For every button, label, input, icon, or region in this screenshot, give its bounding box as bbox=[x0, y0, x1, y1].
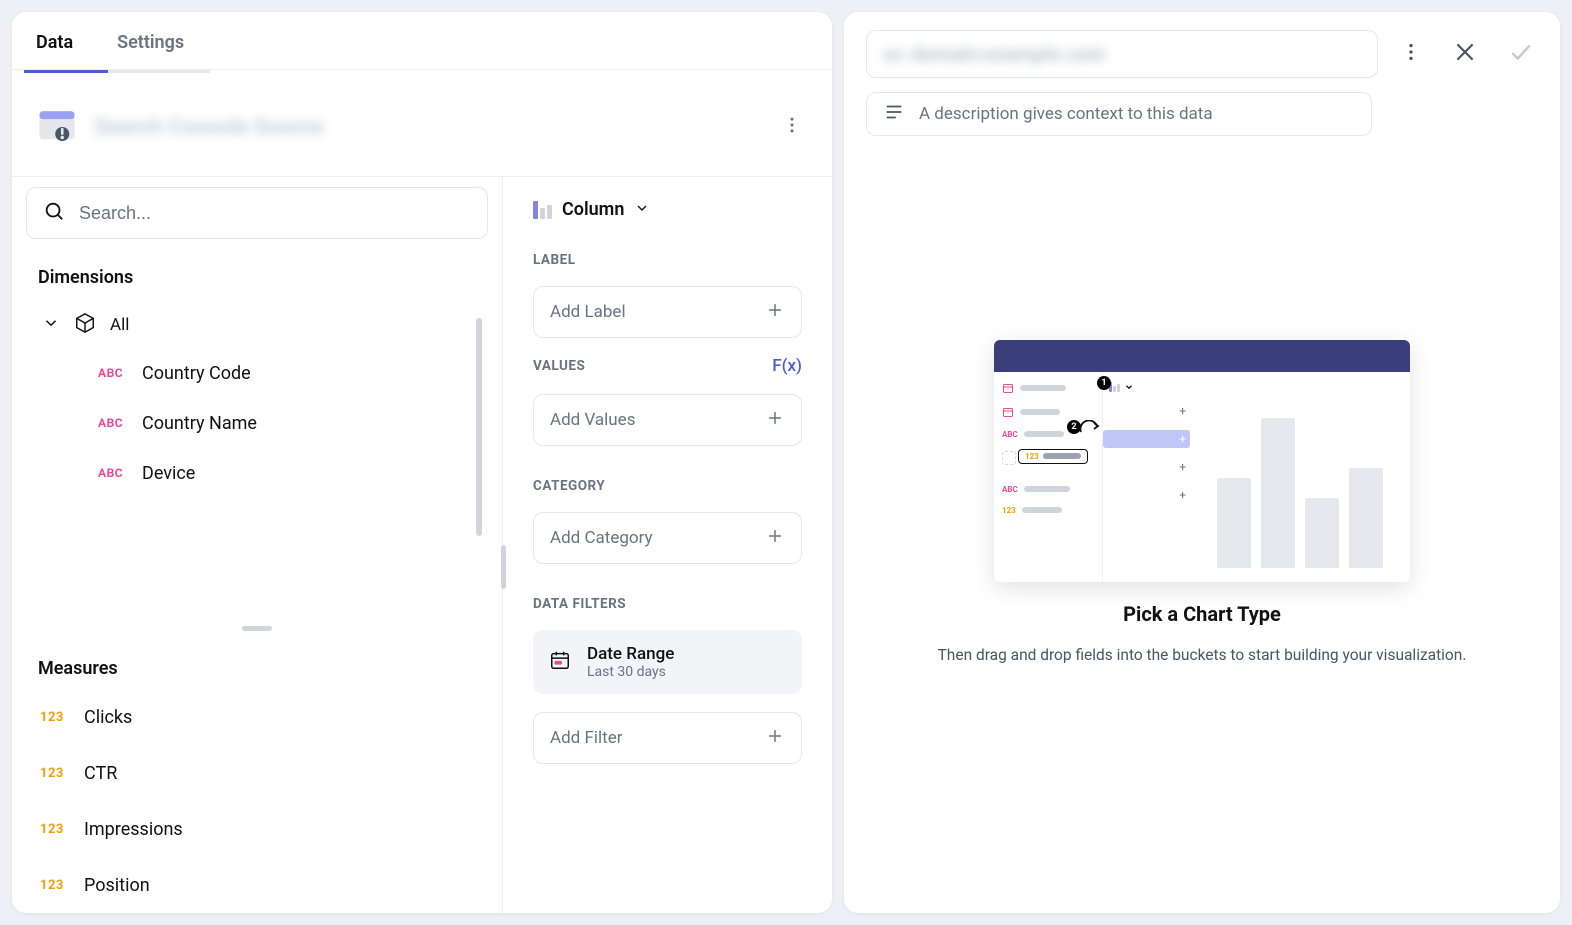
measures-list: 123 Clicks 123 CTR 123 Impressions 123 P… bbox=[12, 689, 502, 913]
data-source-header: Search Console Source bbox=[12, 70, 832, 176]
measure-clicks[interactable]: 123 Clicks bbox=[26, 689, 488, 745]
plus-icon bbox=[765, 408, 785, 432]
field-search[interactable] bbox=[26, 187, 488, 239]
plus-icon bbox=[765, 300, 785, 324]
number-type-icon: 123 bbox=[40, 822, 68, 837]
canvas-panel: sc-domain:example.com A description give… bbox=[844, 12, 1560, 913]
number-type-icon: 123 bbox=[40, 878, 68, 893]
field-label: Clicks bbox=[84, 707, 132, 728]
date-range-filter[interactable]: Date Range Last 30 days bbox=[533, 630, 802, 694]
field-label: Impressions bbox=[84, 819, 183, 840]
number-type-icon: 123 bbox=[40, 710, 68, 725]
dimensions-heading: Dimensions bbox=[12, 239, 502, 298]
description-input[interactable]: A description gives context to this data bbox=[866, 92, 1372, 136]
horizontal-split-handle[interactable] bbox=[501, 545, 506, 589]
description-icon bbox=[883, 101, 905, 127]
text-type-icon: ABC bbox=[98, 366, 126, 380]
empty-state-subtitle: Then drag and drop fields into the bucke… bbox=[938, 646, 1467, 664]
dimension-country-name[interactable]: ABC Country Name bbox=[26, 398, 488, 448]
chevron-down-icon bbox=[42, 314, 60, 336]
plus-icon bbox=[765, 726, 785, 750]
values-section-heading: VALUES bbox=[533, 358, 585, 374]
add-filter-placeholder: Add Filter bbox=[550, 728, 622, 748]
panel-tabs: Data Settings bbox=[12, 12, 832, 70]
date-range-title: Date Range bbox=[587, 644, 674, 664]
confirm-button[interactable] bbox=[1504, 35, 1538, 73]
dimensions-list: All ABC Country Code ABC Country Name AB… bbox=[12, 298, 502, 616]
search-input[interactable] bbox=[79, 203, 471, 224]
search-icon bbox=[43, 200, 65, 226]
dimension-device[interactable]: ABC Device bbox=[26, 448, 488, 498]
dimension-country-code[interactable]: ABC Country Code bbox=[26, 348, 488, 398]
canvas-header: sc-domain:example.com bbox=[844, 12, 1560, 86]
close-button[interactable] bbox=[1448, 35, 1482, 73]
add-category-placeholder: Add Category bbox=[550, 528, 653, 548]
field-label: Country Name bbox=[142, 413, 257, 434]
dimensions-all-label: All bbox=[110, 315, 129, 335]
add-label-placeholder: Add Label bbox=[550, 302, 626, 322]
fields-column: Dimensions All ABC Country Code bbox=[12, 177, 502, 913]
chart-type-label: Column bbox=[562, 199, 624, 220]
add-values-dropzone[interactable]: Add Values bbox=[533, 394, 802, 446]
dimensions-scrollbar[interactable] bbox=[476, 318, 482, 536]
add-values-placeholder: Add Values bbox=[550, 410, 635, 430]
text-type-icon: ABC bbox=[98, 416, 126, 430]
cube-icon bbox=[74, 312, 96, 338]
chart-type-selector[interactable]: Column bbox=[533, 195, 802, 220]
data-source-icon bbox=[36, 106, 78, 148]
empty-state-title: Pick a Chart Type bbox=[1123, 602, 1281, 626]
add-category-dropzone[interactable]: Add Category bbox=[533, 512, 802, 564]
chart-title-text: sc-domain:example.com bbox=[883, 42, 1105, 66]
column-chart-icon bbox=[533, 201, 552, 219]
measure-impressions[interactable]: 123 Impressions bbox=[26, 801, 488, 857]
add-filter-dropzone[interactable]: Add Filter bbox=[533, 712, 802, 764]
label-section-heading: LABEL bbox=[533, 252, 802, 268]
add-label-dropzone[interactable]: Add Label bbox=[533, 286, 802, 338]
empty-state-illustration: ABC 123 ABC 123 1 bbox=[994, 340, 1410, 582]
chevron-down-icon bbox=[634, 200, 650, 220]
chart-config-column: Column LABEL Add Label VALUES F(x) Add V… bbox=[502, 177, 832, 913]
number-type-icon: 123 bbox=[40, 766, 68, 781]
field-label: Position bbox=[84, 875, 150, 896]
calendar-icon bbox=[549, 649, 571, 675]
text-type-icon: ABC bbox=[98, 466, 126, 480]
chart-more-button[interactable] bbox=[1396, 37, 1426, 71]
field-label: Country Code bbox=[142, 363, 251, 384]
category-section-heading: CATEGORY bbox=[533, 478, 802, 494]
measure-position[interactable]: 123 Position bbox=[26, 857, 488, 913]
field-label: Device bbox=[142, 463, 195, 484]
dimensions-all-node[interactable]: All bbox=[26, 302, 488, 348]
vertical-split-handle[interactable] bbox=[12, 616, 502, 640]
data-source-name: Search Console Source bbox=[94, 115, 323, 140]
chart-canvas: ABC 123 ABC 123 1 bbox=[844, 150, 1560, 913]
tab-data[interactable]: Data bbox=[36, 32, 73, 69]
description-placeholder: A description gives context to this data bbox=[919, 104, 1213, 124]
chart-title-input[interactable]: sc-domain:example.com bbox=[866, 30, 1378, 78]
data-panel: Data Settings Search Console Source bbox=[12, 12, 832, 913]
tab-settings[interactable]: Settings bbox=[117, 32, 184, 69]
data-filters-heading: DATA FILTERS bbox=[533, 596, 802, 612]
field-label: CTR bbox=[84, 763, 117, 784]
measures-heading: Measures bbox=[12, 640, 502, 689]
date-range-subtitle: Last 30 days bbox=[587, 664, 674, 680]
data-source-more-button[interactable] bbox=[776, 109, 808, 145]
formula-button[interactable]: F(x) bbox=[772, 356, 802, 376]
plus-icon bbox=[765, 526, 785, 550]
measure-ctr[interactable]: 123 CTR bbox=[26, 745, 488, 801]
